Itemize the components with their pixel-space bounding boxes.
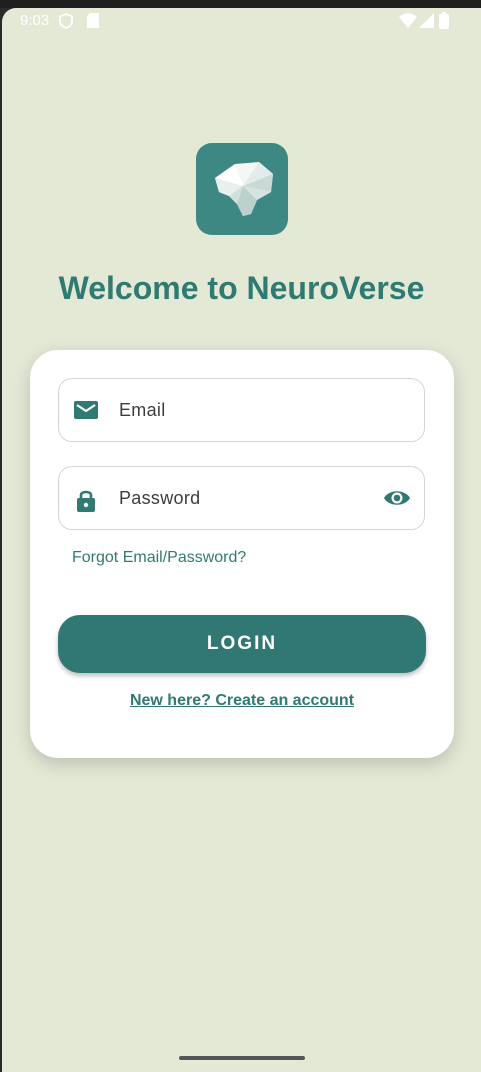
mail-icon: [73, 399, 99, 426]
device-top-bezel: [0, 0, 481, 8]
shield-icon: [59, 13, 73, 34]
forgot-link[interactable]: Forgot Email/Password?: [72, 549, 246, 567]
gesture-nav-handle[interactable]: [179, 1056, 305, 1060]
battery-icon: [439, 12, 449, 34]
app-screen: 9:03 Welcome to NeuroVerse Email Passwor…: [2, 8, 481, 1072]
email-placeholder: Email: [119, 400, 166, 420]
password-field[interactable]: Password: [58, 466, 425, 530]
welcome-title: Welcome to NeuroVerse: [58, 270, 425, 306]
status-time: 9:03: [20, 12, 50, 29]
eye-icon[interactable]: [383, 488, 411, 513]
create-account-link[interactable]: New here? Create an account: [30, 692, 454, 710]
email-field[interactable]: Email: [58, 378, 425, 442]
brain-icon: [207, 156, 277, 223]
lock-icon: [73, 487, 99, 518]
login-card: Email Password Forgot Email/Password? LO…: [30, 350, 454, 758]
status-bar: 9:03: [2, 8, 481, 36]
sd-card-icon: [87, 13, 99, 33]
cell-signal-icon: [419, 13, 434, 33]
wifi-icon: [399, 13, 417, 33]
password-placeholder: Password: [119, 488, 201, 508]
app-logo: [196, 143, 288, 235]
login-button[interactable]: LOGIN: [58, 615, 426, 673]
